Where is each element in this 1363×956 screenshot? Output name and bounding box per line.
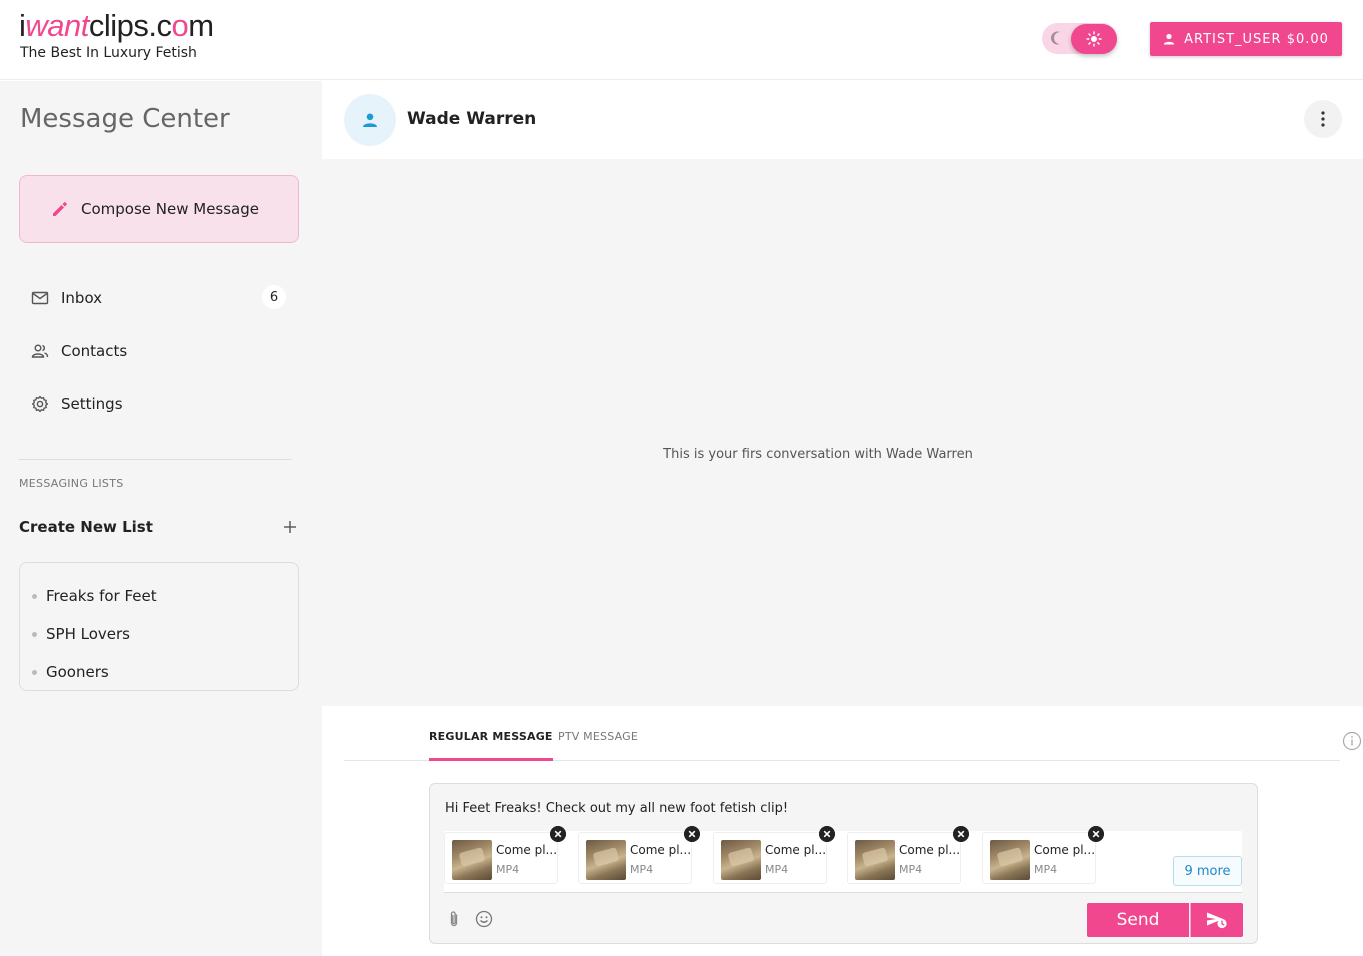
attachment-thumbnail bbox=[990, 840, 1030, 880]
bullet-icon bbox=[32, 631, 37, 637]
remove-attachment-icon[interactable] bbox=[953, 826, 969, 842]
attachment-thumbnail bbox=[855, 840, 895, 880]
sun-icon bbox=[1086, 31, 1102, 47]
emoji-icon[interactable] bbox=[475, 910, 493, 928]
account-button[interactable]: ARTIST_USER $0.00 bbox=[1150, 22, 1342, 56]
attachment-thumbnail bbox=[452, 840, 492, 880]
attachment-title: Come pl... bbox=[496, 843, 558, 857]
message-input[interactable]: Hi Feet Freaks! Check out my all new foo… bbox=[445, 801, 788, 816]
attachment-item[interactable]: Come pl... MP4 bbox=[713, 826, 835, 884]
gear-icon bbox=[31, 395, 49, 413]
sidebar-item-label: Contacts bbox=[61, 342, 128, 360]
message-editor[interactable]: Hi Feet Freaks! Check out my all new foo… bbox=[429, 783, 1258, 944]
sidebar-divider bbox=[19, 459, 292, 460]
site-tagline: The Best In Luxury Fetish bbox=[20, 45, 197, 61]
empty-conversation-text: This is your firs conversation with Wade… bbox=[663, 447, 973, 462]
remove-attachment-icon[interactable] bbox=[550, 826, 566, 842]
create-list-label: Create New List bbox=[19, 518, 153, 536]
moon-icon bbox=[1051, 31, 1060, 45]
list-item-label: SPH Lovers bbox=[46, 625, 130, 643]
paperclip-icon[interactable] bbox=[447, 910, 461, 928]
sidebar: Message Center Compose New Message Inbox… bbox=[0, 81, 322, 956]
plus-icon[interactable] bbox=[283, 520, 297, 534]
message-composer: REGULAR MESSAGE PTV MESSAGE Hi Feet Frea… bbox=[322, 706, 1363, 956]
message-type-tabs: REGULAR MESSAGE PTV MESSAGE bbox=[344, 706, 1362, 761]
list-item-label: Gooners bbox=[46, 663, 109, 681]
message-thread: This is your firs conversation with Wade… bbox=[322, 159, 1363, 706]
sidebar-item-label: Settings bbox=[61, 395, 123, 413]
attachment-type: MP4 bbox=[1034, 863, 1058, 876]
inbox-count-badge: 6 bbox=[262, 285, 286, 309]
pencil-icon bbox=[53, 202, 67, 216]
attachment-item[interactable]: Come pl... MP4 bbox=[444, 826, 566, 884]
user-icon bbox=[1163, 33, 1175, 45]
tab-regular-message[interactable]: REGULAR MESSAGE bbox=[429, 730, 553, 761]
attachment-title: Come pl... bbox=[765, 843, 827, 857]
attachment-item[interactable]: Come pl... MP4 bbox=[847, 826, 969, 884]
attachment-type: MP4 bbox=[765, 863, 789, 876]
user-icon bbox=[363, 113, 377, 127]
schedule-send-icon bbox=[1207, 912, 1227, 929]
info-icon[interactable] bbox=[1342, 731, 1362, 751]
remove-attachment-icon[interactable] bbox=[1088, 826, 1104, 842]
conversation-menu-button[interactable] bbox=[1304, 100, 1342, 138]
site-logo[interactable]: iwantclips.com bbox=[19, 8, 214, 44]
list-item[interactable]: Freaks for Feet bbox=[32, 577, 298, 615]
mail-icon bbox=[31, 291, 49, 305]
bullet-icon bbox=[32, 593, 37, 599]
avatar bbox=[344, 94, 396, 146]
theme-toggle[interactable] bbox=[1042, 23, 1117, 54]
more-vertical-icon bbox=[1321, 111, 1325, 127]
list-item-label: Freaks for Feet bbox=[46, 587, 157, 605]
attachment-thumbnail bbox=[586, 840, 626, 880]
remove-attachment-icon[interactable] bbox=[684, 826, 700, 842]
attachment-title: Come pl... bbox=[899, 843, 961, 857]
attachment-thumbnail bbox=[721, 840, 761, 880]
compose-label: Compose New Message bbox=[81, 200, 260, 218]
conversation-header: Wade Warren bbox=[322, 81, 1363, 159]
create-new-list-button[interactable]: Create New List bbox=[19, 518, 297, 536]
contact-name: Wade Warren bbox=[407, 109, 537, 129]
attachment-title: Come pl... bbox=[1034, 843, 1096, 857]
tab-ptv-message[interactable]: PTV MESSAGE bbox=[558, 730, 638, 761]
sidebar-item-inbox[interactable]: Inbox 6 bbox=[19, 278, 291, 318]
remove-attachment-icon[interactable] bbox=[819, 826, 835, 842]
attachment-item[interactable]: Come pl... MP4 bbox=[982, 826, 1104, 884]
attachment-title: Come pl... bbox=[630, 843, 692, 857]
top-bar: iwantclips.com The Best In Luxury Fetish… bbox=[0, 0, 1363, 80]
compose-new-message-button[interactable]: Compose New Message bbox=[19, 175, 299, 243]
contacts-icon bbox=[31, 344, 49, 358]
attachment-item[interactable]: Come pl... MP4 bbox=[578, 826, 700, 884]
account-label: ARTIST_USER $0.00 bbox=[1184, 31, 1329, 47]
sidebar-item-label: Inbox bbox=[61, 289, 103, 307]
list-item[interactable]: Gooners bbox=[32, 653, 298, 691]
list-item[interactable]: SPH Lovers bbox=[32, 615, 298, 653]
messaging-lists-heading: MESSAGING LISTS bbox=[19, 477, 124, 490]
theme-toggle-knob[interactable] bbox=[1071, 24, 1117, 54]
sidebar-item-settings[interactable]: Settings bbox=[19, 384, 291, 424]
messaging-lists: Freaks for Feet SPH Lovers Gooners bbox=[19, 562, 299, 691]
schedule-send-button[interactable] bbox=[1190, 903, 1243, 937]
sidebar-item-contacts[interactable]: Contacts bbox=[19, 331, 291, 371]
attachment-type: MP4 bbox=[496, 863, 520, 876]
send-button[interactable]: Send bbox=[1087, 903, 1189, 937]
attachment-type: MP4 bbox=[630, 863, 654, 876]
attachment-type: MP4 bbox=[899, 863, 923, 876]
more-attachments-button[interactable]: 9 more bbox=[1173, 856, 1242, 886]
attachments-tray: Come pl... MP4 Come pl... MP4 Come pl...… bbox=[444, 826, 1242, 893]
bullet-icon bbox=[32, 669, 37, 675]
page-title: Message Center bbox=[20, 104, 230, 134]
